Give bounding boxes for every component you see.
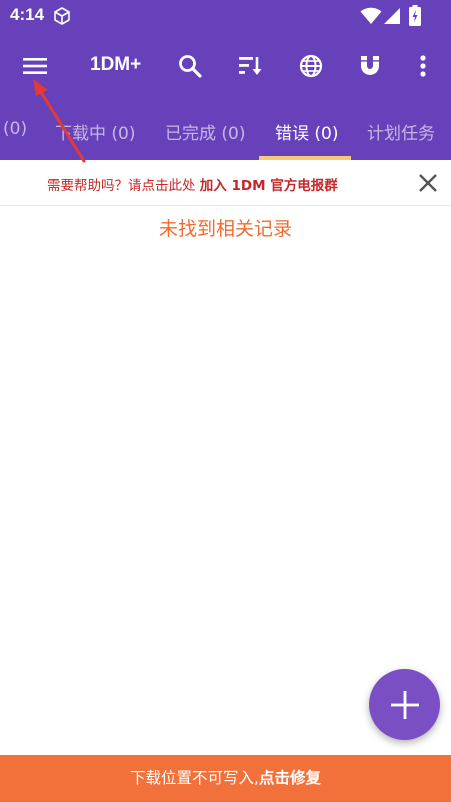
tab-scheduled[interactable]: 计划任务 (367, 119, 435, 144)
search-button[interactable] (176, 52, 204, 80)
globe-icon (299, 54, 323, 78)
help-banner-text[interactable]: 需要帮助吗？请点击此处 加入 1DM 官方电报群 (47, 174, 338, 194)
sort-icon (239, 57, 262, 75)
tab-downloading[interactable]: 下载中 (0) (55, 119, 135, 144)
menu-icon (23, 58, 47, 74)
tab-partial[interactable]: (0) (3, 119, 27, 139)
help-banner: 需要帮助吗？请点击此处 加入 1DM 官方电报群 (0, 160, 451, 206)
browser-button[interactable] (297, 52, 325, 80)
empty-message: 未找到相关记录 (158, 218, 292, 240)
help-banner-prefix: 需要帮助吗？请点击此处 (47, 178, 200, 194)
wifi-icon (360, 7, 382, 24)
sort-button[interactable] (236, 52, 264, 80)
storage-warning-text: 下载位置不可写入, (130, 769, 259, 787)
magnet-button[interactable] (356, 52, 384, 80)
add-icon (390, 690, 419, 719)
status-time: 4:14 (10, 5, 45, 24)
cube-icon (54, 7, 70, 25)
battery-charging-icon (409, 5, 421, 26)
fix-link[interactable]: 点击修复 (259, 769, 321, 787)
app-title: 1DM+ (90, 54, 142, 75)
app-header: 4:14 1DM+ (0) 下载中 (0) 已完成 (0) 错误 (0) 计划任… (0, 0, 451, 160)
tab-completed[interactable]: 已完成 (0) (165, 119, 245, 144)
signal-icon (384, 8, 400, 24)
tab-bar: (0) 下载中 (0) 已完成 (0) 错误 (0) 计划任务 (0, 108, 451, 160)
close-icon[interactable] (417, 172, 439, 194)
tab-errors[interactable]: 错误 (0) (275, 119, 338, 144)
help-banner-link[interactable]: 加入 1DM 官方电报群 (200, 178, 338, 194)
more-vert-icon (420, 55, 426, 77)
magnet-icon (361, 56, 379, 75)
menu-button[interactable] (21, 52, 49, 80)
more-options-button[interactable] (409, 52, 437, 80)
app-bar: 1DM+ (0, 40, 451, 92)
status-bar: 4:14 (0, 0, 451, 32)
storage-warning-bar[interactable]: 下载位置不可写入,点击修复 (0, 755, 451, 802)
search-icon (179, 55, 202, 78)
add-download-button[interactable] (369, 669, 440, 740)
